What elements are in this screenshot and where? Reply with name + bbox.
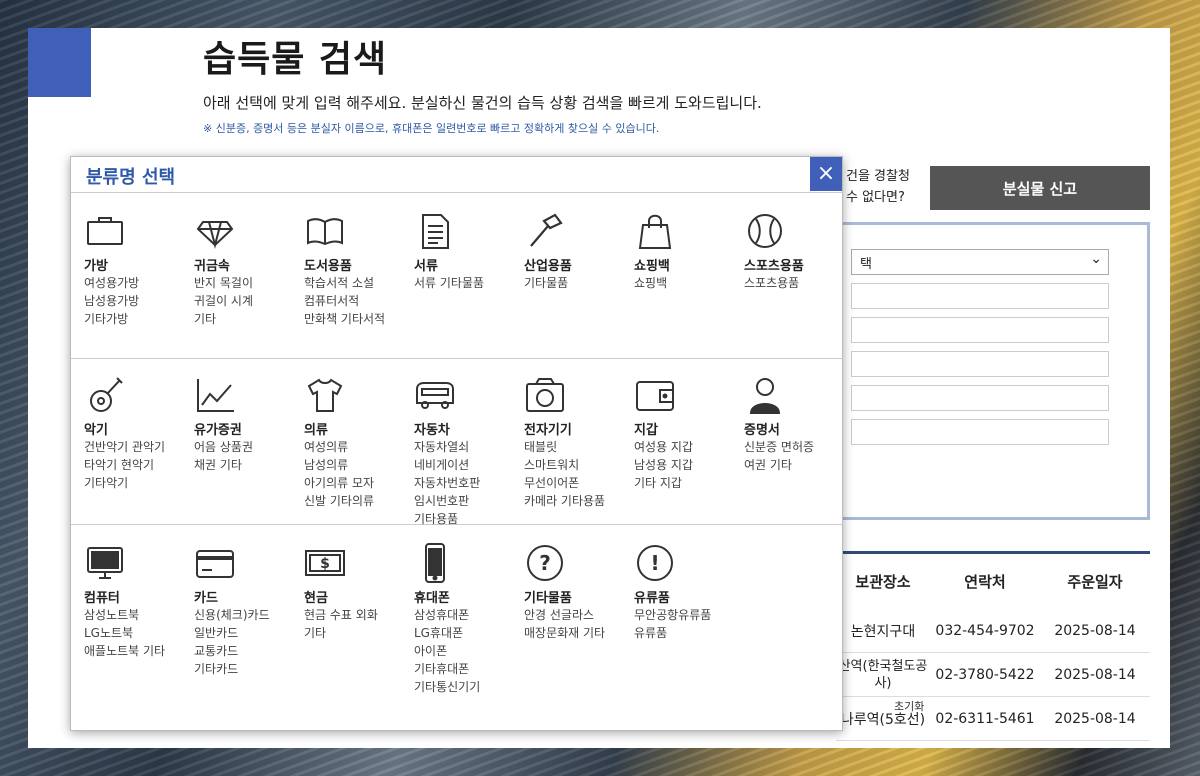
car-icon (414, 375, 456, 415)
category-select-value: 택 (860, 257, 872, 272)
table-header: 보관장소 연락처 주운일자 (836, 551, 1150, 609)
cell-phone: 02-6311-5461 (935, 710, 1035, 727)
category-industrial[interactable]: 산업용품 기타물품 (524, 211, 632, 292)
cell-phone: 02-3780-5422 (935, 666, 1035, 683)
decorative-block (28, 28, 91, 97)
category-wallet[interactable]: 지갑 여성용 지갑 남성용 지갑 기타 지갑 (634, 375, 742, 492)
document-icon (414, 211, 456, 251)
header-phone: 연락처 (964, 573, 1006, 591)
hammer-icon (524, 211, 566, 251)
category-card[interactable]: 카드 신용(체크)카드 일반카드 교통카드 기타카드 (194, 543, 302, 678)
cell-date: 2025-08-14 (1054, 622, 1136, 639)
reset-label[interactable]: 초기화 (894, 698, 924, 714)
table-row[interactable]: 논현지구대 032-454-9702 2025-08-14 (836, 609, 1150, 653)
diamond-icon (194, 211, 236, 251)
svg-text:$: $ (320, 556, 330, 572)
category-bag[interactable]: 가방 여성용가방 남성용가방 기타가방 (84, 211, 192, 328)
category-modal: 분류명 선택 × 가방 여성용가방 남성용가방 기타가방 귀금속 반지 목걸이 귀걸이… (70, 156, 843, 731)
cell-date: 2025-08-14 (1054, 666, 1136, 683)
wallet-icon (634, 375, 676, 415)
cell-phone: 032-454-9702 (935, 622, 1035, 639)
category-select[interactable]: 택 ⌄ (851, 249, 1109, 275)
close-button[interactable]: × (810, 157, 842, 191)
table-row[interactable]: 산역(한국철도공사) 02-3780-5422 2025-08-14 (836, 653, 1150, 697)
monitor-icon (84, 543, 126, 583)
cash-icon: $ (304, 543, 346, 583)
category-computer[interactable]: 컴퓨터 삼성노트북 LG노트북 애플노트북 기타 (84, 543, 192, 660)
category-certificate[interactable]: 증명서 신분증 면허증 여권 기타 (744, 375, 852, 474)
category-misc[interactable]: ? 기타물품 안경 선글라스 매장문화재 기타 (524, 543, 632, 642)
category-clothing[interactable]: 의류 여성의류 남성의류 아기의류 모자 신발 기타의류 (304, 375, 412, 510)
question-icon: ? (524, 543, 566, 583)
page-subtitle: 아래 선택에 맞게 입력 해주세요. 분실하신 물건의 습득 상황 검색을 빠르… (203, 94, 762, 112)
cell-date: 2025-08-14 (1054, 710, 1136, 727)
chevron-down-icon: ⌄ (1090, 251, 1102, 267)
page-title: 습득물 검색 (203, 39, 388, 80)
table-row[interactable]: 나루역(5호선) 02-6311-5461 2025-08-14 (836, 697, 1150, 741)
category-car[interactable]: 자동차 자동차열쇠 네비게이션 자동차번호판 임시번호판 기타용품 (414, 375, 522, 528)
report-question-line1: 건을 경찰청 (846, 169, 910, 184)
category-jewelry[interactable]: 귀금속 반지 목걸이 귀걸이 시계 기타 (194, 211, 302, 328)
guitar-icon (84, 375, 126, 415)
category-sports[interactable]: 스포츠용품 스포츠용품 (744, 211, 852, 292)
search-field-1[interactable] (851, 283, 1109, 309)
camera-icon (524, 375, 566, 415)
svg-text:?: ? (539, 551, 551, 575)
category-abandoned[interactable]: ! 유류품 무안공항유류품 유류품 (634, 543, 742, 642)
category-shopping-bag[interactable]: 쇼핑백 쇼핑백 (634, 211, 742, 292)
report-question: 건을 경찰청 수 없다면? (846, 166, 910, 208)
search-field-2[interactable] (851, 317, 1109, 343)
svg-text:!: ! (650, 551, 659, 575)
search-field-5[interactable] (851, 419, 1109, 445)
baseball-icon (744, 211, 786, 251)
category-electronics[interactable]: 전자기기 태블릿 스마트워치 무선이어폰 카메라 기타용품 (524, 375, 632, 510)
exclamation-icon: ! (634, 543, 676, 583)
category-documents[interactable]: 서류 서류 기타물품 (414, 211, 522, 292)
header-place: 보관장소 (855, 573, 911, 591)
results-table: 보관장소 연락처 주운일자 논현지구대 032-454-9702 2025-08… (836, 551, 1150, 741)
category-row-2: 악기 건반악기 관악기 타악기 현악기 기타악기 유가증권 어음 상품권 채권 기타 … (71, 359, 842, 528)
report-lost-item-button[interactable]: 분실물 신고 (930, 166, 1150, 210)
search-field-4[interactable] (851, 385, 1109, 411)
report-question-line2: 수 없다면? (846, 190, 905, 205)
category-securities[interactable]: 유가증권 어음 상품권 채권 기타 (194, 375, 302, 474)
search-form: 택 ⌄ (836, 222, 1150, 520)
modal-title: 분류명 선택 (86, 167, 176, 188)
modal-header: 분류명 선택 × (71, 157, 842, 193)
header-date: 주운일자 (1067, 573, 1123, 591)
cell-place: 산역(한국철도공사) (838, 658, 928, 691)
person-icon (744, 375, 786, 415)
search-notice: ※ 신분증, 증명서 등은 분실자 이름으로, 휴대폰은 일련번호로 빠르고 정… (203, 122, 660, 135)
category-books[interactable]: 도서용품 학습서적 소설 컴퓨터서적 만화책 기타서적 (304, 211, 412, 328)
card-icon (194, 543, 236, 583)
shopping-bag-icon (634, 211, 676, 251)
category-cash[interactable]: $ 현금 현금 수표 외화 기타 (304, 543, 412, 642)
category-phone[interactable]: 휴대폰 삼성휴대폰 LG휴대폰 아이폰 기타휴대폰 기타통신기기 (414, 543, 522, 696)
cell-place: 논현지구대 (850, 623, 916, 640)
book-icon (304, 211, 346, 251)
phone-icon (414, 543, 456, 583)
search-field-3[interactable] (851, 351, 1109, 377)
briefcase-icon (84, 211, 126, 251)
tshirt-icon (304, 375, 346, 415)
category-row-3: 컴퓨터 삼성노트북 LG노트북 애플노트북 기타 카드 신용(체크)카드 일반카드 교통… (71, 525, 842, 730)
chart-icon (194, 375, 236, 415)
category-instruments[interactable]: 악기 건반악기 관악기 타악기 현악기 기타악기 (84, 375, 192, 492)
category-row-1: 가방 여성용가방 남성용가방 기타가방 귀금속 반지 목걸이 귀걸이 시계 기타 도서용… (71, 193, 842, 359)
